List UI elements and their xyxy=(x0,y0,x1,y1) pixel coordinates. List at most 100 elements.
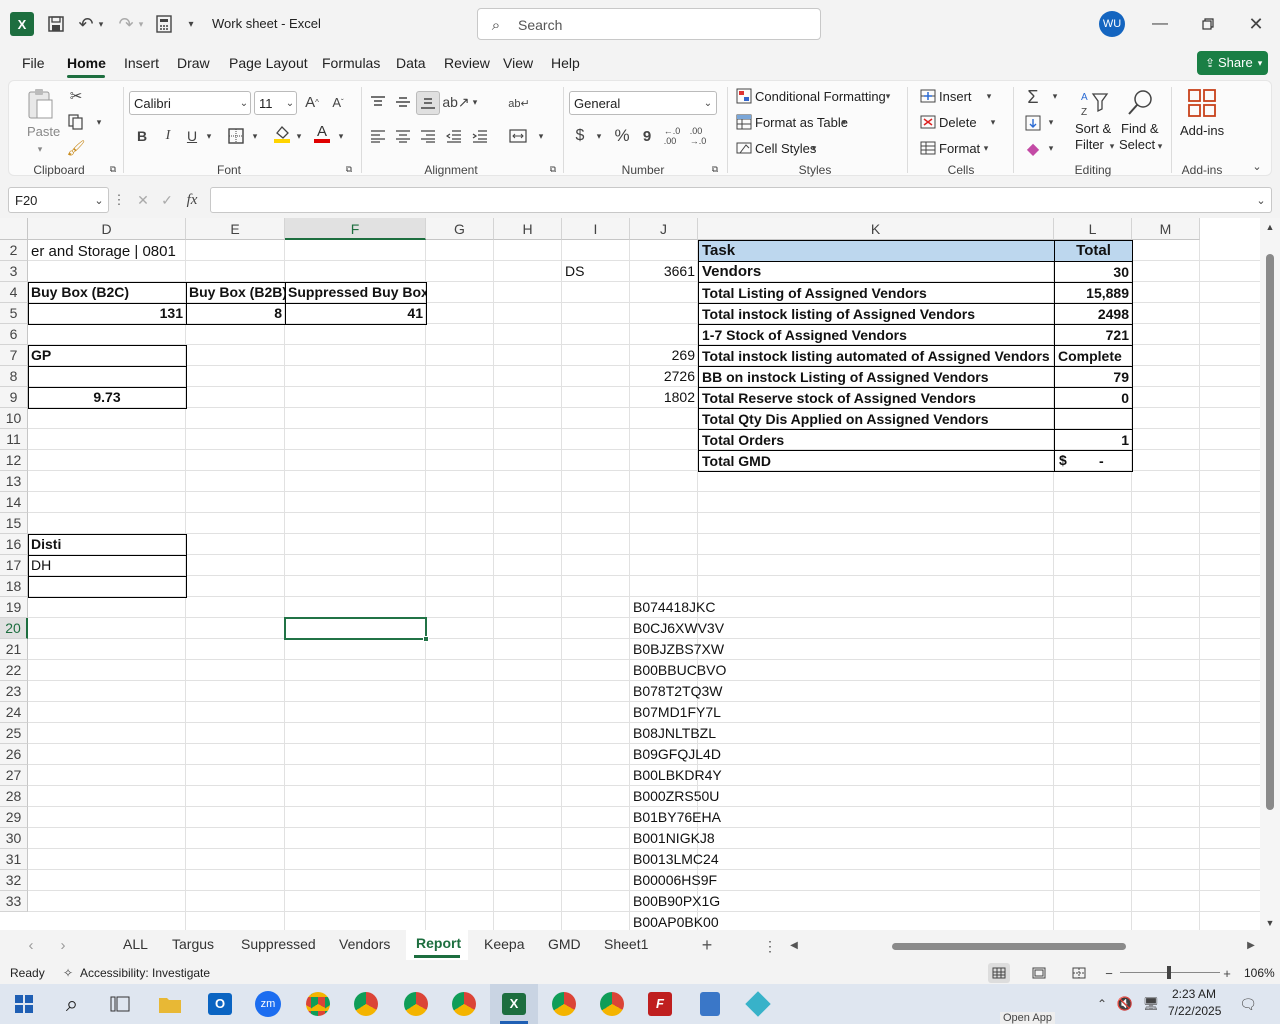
column-header-j[interactable]: J xyxy=(630,218,698,240)
fill-handle[interactable] xyxy=(423,636,429,642)
find-select-icon[interactable] xyxy=(1123,87,1157,119)
task-row-label[interactable]: Total Listing of Assigned Vendors xyxy=(698,282,1055,304)
percent-button[interactable]: % xyxy=(611,125,633,147)
save-icon[interactable] xyxy=(44,12,68,36)
asin-cell[interactable]: B00B90PX1G xyxy=(630,891,830,912)
underline-dropdown-icon[interactable]: ▾ xyxy=(203,129,215,143)
normal-view-icon[interactable] xyxy=(988,963,1010,983)
sort-filter-line2[interactable]: Filter xyxy=(1075,137,1104,153)
accessibility-icon[interactable]: ✧ xyxy=(60,965,76,981)
cell-box-d8[interactable] xyxy=(28,366,187,388)
horizontal-scroll-thumb[interactable] xyxy=(892,943,1126,950)
row-header-16[interactable]: 16 xyxy=(0,534,28,555)
chevron-down-icon[interactable]: ▾ xyxy=(809,141,819,155)
zoom-slider-thumb[interactable] xyxy=(1167,966,1171,979)
chevron-down-icon[interactable]: ▾ xyxy=(987,115,999,129)
tab-home[interactable]: Home xyxy=(67,55,106,71)
clock-date[interactable]: 7/22/2025 xyxy=(1168,1004,1221,1018)
asin-cell[interactable]: B08JNLTBZL xyxy=(630,723,830,744)
sheet-tab-sheet1[interactable]: Sheet1 xyxy=(604,936,648,952)
chrome-profile-icon[interactable] xyxy=(400,988,432,1020)
chevron-down-icon[interactable]: ▾ xyxy=(1107,139,1117,153)
clear-icon[interactable]: ◆ xyxy=(1023,139,1043,159)
expand-formula-icon[interactable]: ⌄ xyxy=(1255,193,1267,207)
asin-cell[interactable]: B0CJ6XWV3V xyxy=(630,618,830,639)
volume-muted-icon[interactable]: 🔇 xyxy=(1116,994,1134,1014)
undo-dropdown-icon[interactable]: ▾ xyxy=(96,14,106,34)
sort-filter-line1[interactable]: Sort & xyxy=(1075,121,1111,137)
tab-data[interactable]: Data xyxy=(396,55,426,71)
horizontal-scrollbar[interactable] xyxy=(808,943,1244,950)
tab-view[interactable]: View xyxy=(503,55,533,71)
underline-button[interactable]: U xyxy=(181,125,203,147)
column-header-l[interactable]: L xyxy=(1054,218,1132,240)
row-header-6[interactable]: 6 xyxy=(0,324,28,345)
row-header-29[interactable]: 29 xyxy=(0,807,28,828)
task-row-label[interactable]: Total Qty Dis Applied on Assigned Vendor… xyxy=(698,408,1055,430)
cell-styles-button[interactable]: Cell Styles xyxy=(755,141,816,156)
task-row-total[interactable] xyxy=(1054,408,1133,430)
conditional-formatting-button[interactable]: Conditional Formatting xyxy=(755,89,886,104)
task-row-total[interactable]: 2498 xyxy=(1054,303,1133,325)
font-color-icon[interactable]: A xyxy=(311,121,333,145)
tab-file[interactable]: File xyxy=(22,55,45,71)
scroll-right-icon[interactable]: ▶ xyxy=(1245,938,1257,952)
task-row-label[interactable]: Total GMD xyxy=(698,450,1055,472)
column-header-h[interactable]: H xyxy=(494,218,562,240)
column-header-g[interactable]: G xyxy=(426,218,494,240)
cell-f4[interactable]: Suppressed Buy Box xyxy=(285,282,426,303)
chevron-down-icon[interactable]: ▾ xyxy=(983,89,995,103)
cell-j7[interactable]: 269 xyxy=(630,345,698,366)
row-header-23[interactable]: 23 xyxy=(0,681,28,702)
chrome-profile-icon[interactable] xyxy=(596,988,628,1020)
task-row-total[interactable]: 0 xyxy=(1054,387,1133,409)
app-diamond-icon[interactable] xyxy=(742,988,774,1020)
tab-help[interactable]: Help xyxy=(551,55,580,71)
tab-review[interactable]: Review xyxy=(444,55,490,71)
row-header-26[interactable]: 26 xyxy=(0,744,28,765)
format-painter-icon[interactable]: 🖌 xyxy=(65,137,87,159)
currency-dropdown-icon[interactable]: ▾ xyxy=(593,129,605,143)
asin-cell[interactable]: B0013LMC24 xyxy=(630,849,830,870)
merge-dropdown-icon[interactable]: ▾ xyxy=(535,129,547,143)
tab-insert[interactable]: Insert xyxy=(124,55,159,71)
asin-cell[interactable]: B01BY76EHA xyxy=(630,807,830,828)
tab-page-layout[interactable]: Page Layout xyxy=(229,55,308,71)
sheet-tab-targus[interactable]: Targus xyxy=(172,936,214,952)
format-as-table-icon[interactable] xyxy=(735,113,753,131)
sheet-tab-suppressed[interactable]: Suppressed xyxy=(241,936,316,952)
row-header-7[interactable]: 7 xyxy=(0,345,28,366)
task-row-total[interactable]: 15,889 xyxy=(1054,282,1133,304)
chrome-profile-icon[interactable] xyxy=(448,988,480,1020)
scroll-down-icon[interactable]: ▼ xyxy=(1264,916,1276,930)
zoom-in-icon[interactable]: + xyxy=(1220,964,1234,982)
paste-icon[interactable] xyxy=(25,87,55,121)
windows-start-icon[interactable] xyxy=(8,988,40,1020)
row-header-21[interactable]: 21 xyxy=(0,639,28,660)
cell-styles-icon[interactable] xyxy=(735,139,753,157)
insert-cells-icon[interactable] xyxy=(919,87,937,105)
restore-icon[interactable] xyxy=(1194,12,1222,36)
task-view-icon[interactable] xyxy=(104,988,136,1020)
row-header-2[interactable]: 2 xyxy=(0,240,28,261)
sheet-tab-keepa[interactable]: Keepa xyxy=(484,936,524,952)
fill-dropdown-icon[interactable]: ▾ xyxy=(1045,115,1057,129)
task-row-label[interactable]: 1-7 Stock of Assigned Vendors xyxy=(698,324,1055,346)
asin-cell[interactable]: B001NIGKJ8 xyxy=(630,828,830,849)
row-header-31[interactable]: 31 xyxy=(0,849,28,870)
decrease-font-icon[interactable]: Aˇ xyxy=(327,91,349,113)
row-header-33[interactable]: 33 xyxy=(0,891,28,912)
borders-dropdown-icon[interactable]: ▾ xyxy=(249,129,261,143)
tab-draw[interactable]: Draw xyxy=(177,55,210,71)
search-box[interactable]: ⌕ Search xyxy=(477,8,821,40)
borders-icon[interactable] xyxy=(225,125,247,147)
vertical-scrollbar[interactable]: ▲ ▼ xyxy=(1260,218,1280,930)
cell-d4[interactable]: Buy Box (B2C) xyxy=(28,282,186,303)
scroll-left-icon[interactable]: ◀ xyxy=(788,938,800,952)
asin-cell[interactable]: B000ZRS50U xyxy=(630,786,830,807)
chevron-down-icon[interactable]: ▾ xyxy=(1155,139,1165,153)
cut-icon[interactable]: ✂ xyxy=(65,85,87,107)
chrome-icon[interactable] xyxy=(302,988,334,1020)
find-select-line1[interactable]: Find & xyxy=(1121,121,1159,137)
more-sheets-icon[interactable]: ⋮ xyxy=(763,936,777,956)
